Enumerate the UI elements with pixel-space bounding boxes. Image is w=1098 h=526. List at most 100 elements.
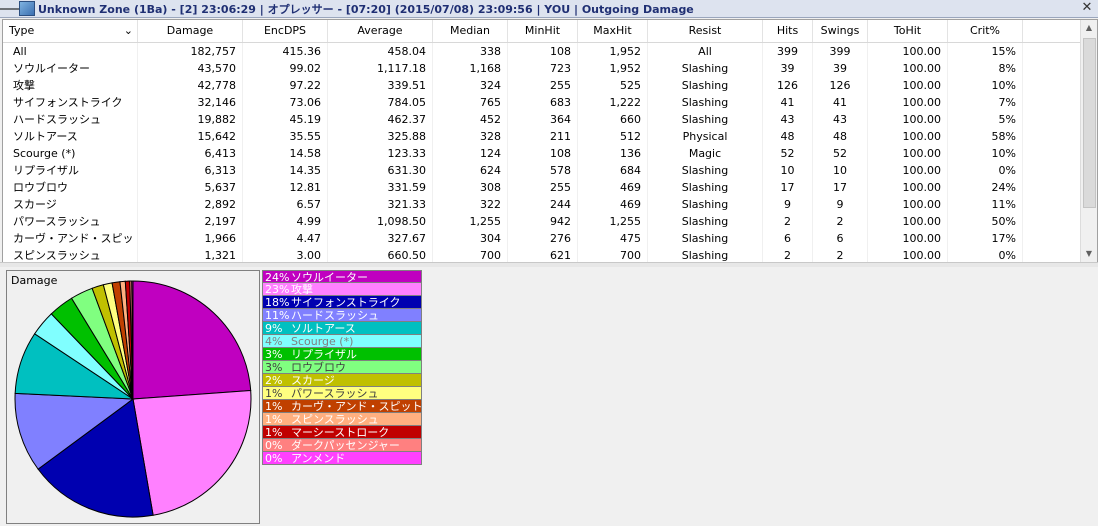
legend-percent: 0% <box>265 439 283 452</box>
cell-type: Scourge (*) <box>3 145 138 162</box>
cell-maxhit: 684 <box>578 162 648 179</box>
cell-hits: 48 <box>763 128 813 145</box>
damage-table: Type ⌄ Damage EncDPS Average Median MinHit MaxH… <box>2 19 1098 263</box>
cell-encdps: 14.35 <box>243 162 328 179</box>
legend-percent: 11% <box>265 309 290 322</box>
column-header-tohit[interactable]: ToHit <box>868 20 948 42</box>
cell-tohit: 100.00 <box>868 196 948 213</box>
legend-item: 1% パワースラッシュ <box>262 387 422 400</box>
panel-splitter[interactable] <box>0 262 1098 267</box>
cell-type: ハードスラッシュ <box>3 111 138 128</box>
cell-type: パワースラッシュ <box>3 213 138 230</box>
legend-label: マーシーストローク <box>291 426 390 439</box>
cell-crit: 8% <box>948 60 1023 77</box>
cell-crit: 5% <box>948 111 1023 128</box>
cell-encdps: 99.02 <box>243 60 328 77</box>
close-icon[interactable]: ✕ <box>1080 1 1094 15</box>
cell-hits: 17 <box>763 179 813 196</box>
cell-damage: 1,966 <box>138 230 243 247</box>
cell-swings: 2 <box>813 247 868 262</box>
column-header-damage[interactable]: Damage <box>138 20 243 42</box>
column-header-average[interactable]: Average <box>328 20 433 42</box>
cell-damage: 182,757 <box>138 43 243 60</box>
legend-item: 1% カーヴ・アンド・スピット <box>262 400 422 413</box>
table-row[interactable]: ソウルイーター 43,570 99.02 1,117.18 1,168 723 1,952 S… <box>3 60 1081 77</box>
cell-average: 321.33 <box>328 196 433 213</box>
cell-resist: Slashing <box>648 230 763 247</box>
column-header-resist[interactable]: Resist <box>648 20 763 42</box>
table-row[interactable]: スピンスラッシュ 1,321 3.00 660.50 700 621 700 Slashing… <box>3 247 1081 262</box>
back-arrow-icon[interactable]: 🡐 <box>0 1 26 17</box>
cell-hits: 52 <box>763 145 813 162</box>
cell-median: 765 <box>433 94 508 111</box>
cell-average: 458.04 <box>328 43 433 60</box>
cell-encdps: 6.57 <box>243 196 328 213</box>
cell-hits: 399 <box>763 43 813 60</box>
cell-average: 123.33 <box>328 145 433 162</box>
scroll-thumb[interactable] <box>1083 38 1096 208</box>
column-header-type[interactable]: Type ⌄ <box>3 20 138 42</box>
cell-average: 1,117.18 <box>328 60 433 77</box>
cell-maxhit: 475 <box>578 230 648 247</box>
legend-label: リプライザル <box>291 348 357 361</box>
cell-resist: Slashing <box>648 111 763 128</box>
cell-average: 1,098.50 <box>328 213 433 230</box>
column-header-minhit[interactable]: MinHit <box>508 20 578 42</box>
cell-type: スカージ <box>3 196 138 213</box>
cell-median: 338 <box>433 43 508 60</box>
scroll-down-icon[interactable]: ▼ <box>1081 246 1097 262</box>
column-header-hits[interactable]: Hits <box>763 20 813 42</box>
cell-swings: 2 <box>813 213 868 230</box>
table-row[interactable]: Scourge (*) 6,413 14.58 123.33 124 108 136 Magi… <box>3 145 1081 162</box>
cell-average: 631.30 <box>328 162 433 179</box>
table-row[interactable]: ハードスラッシュ 19,882 45.19 462.37 452 364 660 Slashi… <box>3 111 1081 128</box>
legend-label: スピンスラッシュ <box>291 413 379 426</box>
table-row[interactable]: スカージ 2,892 6.57 321.33 322 244 469 Slashing 9 9 10… <box>3 196 1081 213</box>
cell-swings: 52 <box>813 145 868 162</box>
cell-average: 339.51 <box>328 77 433 94</box>
cell-swings: 17 <box>813 179 868 196</box>
cell-crit: 24% <box>948 179 1023 196</box>
vertical-scrollbar[interactable]: ▲ ▼ <box>1080 20 1097 262</box>
cell-swings: 39 <box>813 60 868 77</box>
table-row[interactable]: リプライザル 6,313 14.35 631.30 624 578 684 Slashing 1… <box>3 162 1081 179</box>
legend-label: ハードスラッシュ <box>291 309 379 322</box>
cell-hits: 2 <box>763 213 813 230</box>
legend-percent: 1% <box>265 387 283 400</box>
cell-maxhit: 469 <box>578 196 648 213</box>
cell-resist: Physical <box>648 128 763 145</box>
table-row[interactable]: 攻撃 42,778 97.22 339.51 324 255 525 Slashing 126 1… <box>3 77 1081 94</box>
cell-tohit: 100.00 <box>868 230 948 247</box>
cell-crit: 10% <box>948 145 1023 162</box>
table-row[interactable]: サイフォンストライク 32,146 73.06 784.05 765 683 1,222 Sl… <box>3 94 1081 111</box>
cell-tohit: 100.00 <box>868 128 948 145</box>
table-row[interactable]: カーヴ・アンド・スピット 1,966 4.47 327.67 304 276 475 Slas… <box>3 230 1081 247</box>
cell-average: 325.88 <box>328 128 433 145</box>
legend-percent: 1% <box>265 413 283 426</box>
table-row[interactable]: パワースラッシュ 2,197 4.99 1,098.50 1,255 942 1,255 Sl… <box>3 213 1081 230</box>
legend-percent: 9% <box>265 322 283 335</box>
table-row[interactable]: ロウブロウ 5,637 12.81 331.59 308 255 469 Slashing 17… <box>3 179 1081 196</box>
cell-maxhit: 660 <box>578 111 648 128</box>
column-header-crit[interactable]: Crit% <box>948 20 1023 42</box>
column-header-median[interactable]: Median <box>433 20 508 42</box>
cell-maxhit: 700 <box>578 247 648 262</box>
column-header-swings[interactable]: Swings <box>813 20 868 42</box>
cell-damage: 1,321 <box>138 247 243 262</box>
cell-minhit: 683 <box>508 94 578 111</box>
scroll-up-icon[interactable]: ▲ <box>1081 20 1097 36</box>
cell-crit: 0% <box>948 162 1023 179</box>
cell-resist: Slashing <box>648 94 763 111</box>
cell-swings: 48 <box>813 128 868 145</box>
legend-label: Scourge (*) <box>291 335 354 348</box>
table-row[interactable]: ソルトアース 15,642 35.55 325.88 328 211 512 Physical… <box>3 128 1081 145</box>
column-header-maxhit[interactable]: MaxHit <box>578 20 648 42</box>
cell-maxhit: 525 <box>578 77 648 94</box>
cell-median: 324 <box>433 77 508 94</box>
column-header-encdps[interactable]: EncDPS <box>243 20 328 42</box>
table-row[interactable]: All 182,757 415.36 458.04 338 108 1,952 All 399 3… <box>3 43 1081 60</box>
legend-label: ソウルイーター <box>291 271 368 283</box>
cell-minhit: 942 <box>508 213 578 230</box>
cell-crit: 17% <box>948 230 1023 247</box>
cell-encdps: 14.58 <box>243 145 328 162</box>
